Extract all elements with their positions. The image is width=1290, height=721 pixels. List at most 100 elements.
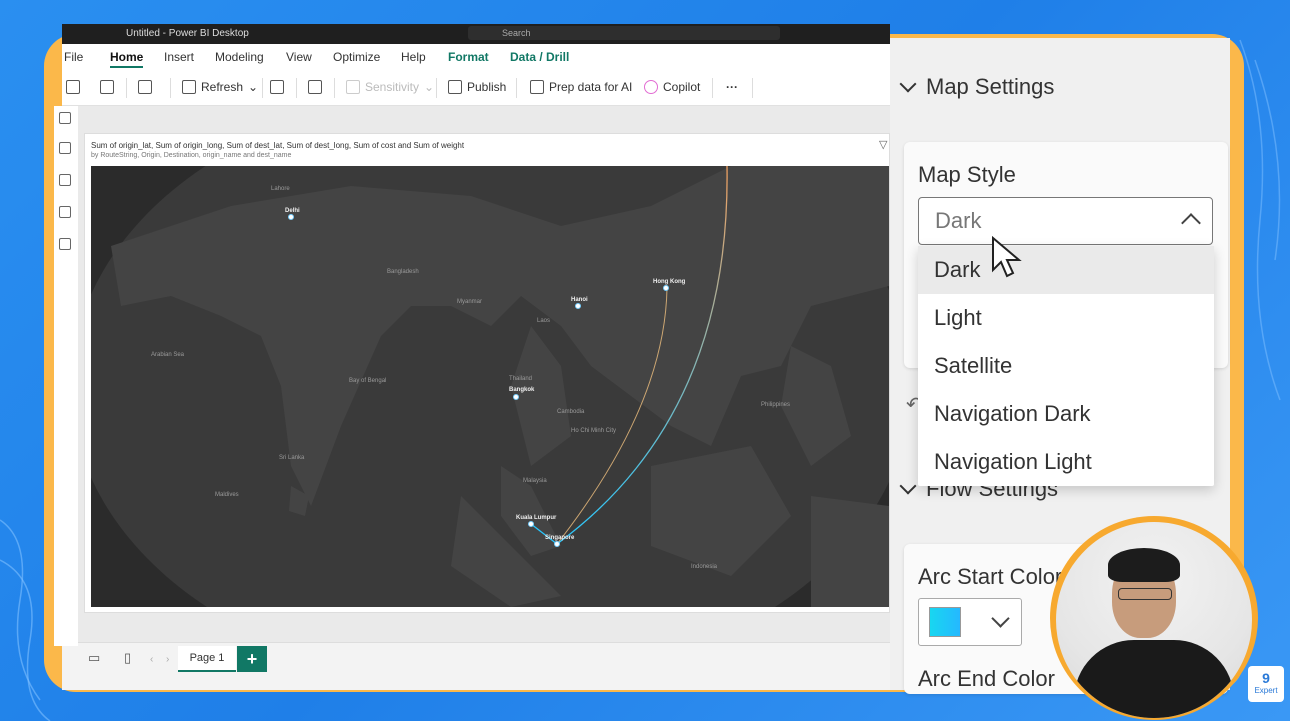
prep-data-button[interactable]: Prep data for AI	[530, 80, 632, 94]
menu-file[interactable]: File	[64, 50, 83, 64]
chevron-down-icon	[899, 75, 917, 93]
city-label-singapore: Singapore	[545, 535, 575, 541]
city-marker[interactable]	[513, 394, 519, 400]
add-page-button[interactable]: +	[237, 646, 267, 672]
copilot-button[interactable]: Copilot	[644, 80, 700, 94]
option-dark[interactable]: Dark	[918, 246, 1214, 294]
menu-optimize[interactable]: Optimize	[333, 50, 380, 64]
label-bangladesh: Bangladesh	[387, 269, 419, 275]
city-marker[interactable]	[663, 285, 669, 291]
refresh-button[interactable]: Refresh ⌄	[182, 80, 258, 94]
map-drawing	[91, 166, 889, 607]
window-title: Untitled - Power BI Desktop	[126, 28, 249, 39]
report-view-icon[interactable]	[59, 112, 71, 124]
view-rail	[54, 106, 78, 646]
menu-data-drill[interactable]: Data / Drill	[510, 50, 569, 64]
color-swatch	[929, 607, 961, 637]
page-tab[interactable]: Page 1	[178, 646, 236, 672]
format-painter-icon	[100, 80, 114, 94]
new-visual-button[interactable]	[270, 80, 284, 94]
menu-view[interactable]: View	[286, 50, 312, 64]
map-style-value: Dark	[935, 208, 982, 233]
more-options-button[interactable]: ···	[726, 80, 738, 94]
visual-subtitle: by RouteString, Origin, Destination, ori…	[91, 152, 292, 159]
chevron-down-icon: ⌄	[248, 80, 259, 94]
logo-text: Expert	[1254, 686, 1278, 695]
publish-button[interactable]: Publish	[448, 80, 506, 94]
chevron-down-icon	[899, 477, 917, 495]
paste-icon	[66, 80, 80, 94]
presenter-body	[1074, 640, 1234, 718]
label-thailand: Thailand	[509, 376, 533, 382]
divider	[516, 78, 517, 98]
presenter-video	[1056, 522, 1252, 718]
city-marker[interactable]	[575, 303, 581, 309]
next-page-icon[interactable]: ›	[166, 654, 169, 665]
desktop-layout-icon[interactable]: ▭	[88, 650, 100, 666]
divider	[334, 78, 335, 98]
presenter-glasses	[1118, 588, 1172, 600]
prep-data-label: Prep data for AI	[549, 80, 633, 94]
option-navigation-light[interactable]: Navigation Light	[918, 438, 1214, 486]
divider	[262, 78, 263, 98]
sensitivity-icon	[346, 80, 360, 94]
model-view-icon[interactable]	[59, 174, 71, 186]
divider	[712, 78, 713, 98]
data-source-button[interactable]	[138, 80, 152, 94]
city-marker[interactable]	[554, 541, 560, 547]
sensitivity-button[interactable]: Sensitivity ⌄	[346, 80, 434, 94]
refresh-icon	[182, 80, 196, 94]
label-cambodia: Cambodia	[557, 409, 585, 415]
map-settings-header[interactable]: Map Settings	[899, 74, 1055, 100]
visual-title: Sum of origin_lat, Sum of origin_long, S…	[91, 141, 465, 150]
option-light[interactable]: Light	[918, 294, 1214, 342]
arc-start-color-label: Arc Start Color	[918, 564, 1063, 589]
label-laos: Laos	[537, 318, 551, 324]
label-arabian-sea: Arabian Sea	[151, 352, 185, 358]
prev-page-icon[interactable]: ‹	[150, 654, 153, 665]
mobile-layout-icon[interactable]: ▯	[124, 650, 131, 666]
city-label-delhi: Delhi	[285, 208, 300, 214]
city-marker[interactable]	[288, 214, 294, 220]
publish-icon	[448, 80, 462, 94]
logo-number: 9	[1262, 670, 1270, 686]
menu-help[interactable]: Help	[401, 50, 426, 64]
map-area[interactable]: Delhi Hanoi Hong Kong Bangkok Kuala Lump…	[91, 166, 889, 607]
format-painter-button[interactable]	[100, 80, 114, 94]
label-malaysia: Malaysia	[523, 478, 547, 484]
map-style-label: Map Style	[918, 162, 1016, 187]
menu-bar: File Home Insert Modeling View Optimize …	[62, 44, 890, 70]
calculator-button[interactable]	[308, 80, 322, 94]
menu-insert[interactable]: Insert	[164, 50, 194, 64]
prep-data-icon	[530, 80, 544, 94]
city-label-hanoi: Hanoi	[571, 297, 588, 303]
menu-home[interactable]: Home	[110, 50, 144, 68]
label-bay-of-bengal: Bay of Bengal	[349, 378, 387, 384]
label-maldives: Maldives	[215, 492, 239, 498]
chevron-up-icon	[1181, 213, 1201, 233]
map-settings-label: Map Settings	[926, 74, 1055, 99]
label-myanmar: Myanmar	[457, 299, 483, 305]
table-view-icon[interactable]	[59, 142, 71, 154]
arc-start-color-picker[interactable]	[918, 598, 1022, 646]
city-label-kuala-lumpur: Kuala Lumpur	[516, 515, 557, 521]
menu-modeling[interactable]: Modeling	[215, 50, 264, 64]
label-philippines: Philippines	[761, 402, 791, 408]
map-style-menu: Dark Light Satellite Navigation Dark Nav…	[918, 246, 1214, 486]
divider	[752, 78, 753, 98]
expert-logo: 9 Expert	[1248, 666, 1284, 702]
dax-query-icon[interactable]	[59, 206, 71, 218]
tmdl-view-icon[interactable]	[59, 238, 71, 250]
option-navigation-dark[interactable]: Navigation Dark	[918, 390, 1214, 438]
filter-icon[interactable]: ▽	[879, 138, 887, 151]
menu-format[interactable]: Format	[448, 50, 489, 64]
city-label-bangkok: Bangkok	[509, 387, 535, 393]
option-satellite[interactable]: Satellite	[918, 342, 1214, 390]
title-bar: Untitled - Power BI Desktop Search	[62, 24, 890, 44]
search-box[interactable]: Search	[468, 26, 780, 40]
city-marker[interactable]	[528, 521, 534, 527]
divider	[436, 78, 437, 98]
paste-button[interactable]	[66, 80, 80, 94]
city-label-hong-kong: Hong Kong	[653, 279, 686, 285]
map-style-dropdown[interactable]: Dark	[918, 197, 1213, 245]
